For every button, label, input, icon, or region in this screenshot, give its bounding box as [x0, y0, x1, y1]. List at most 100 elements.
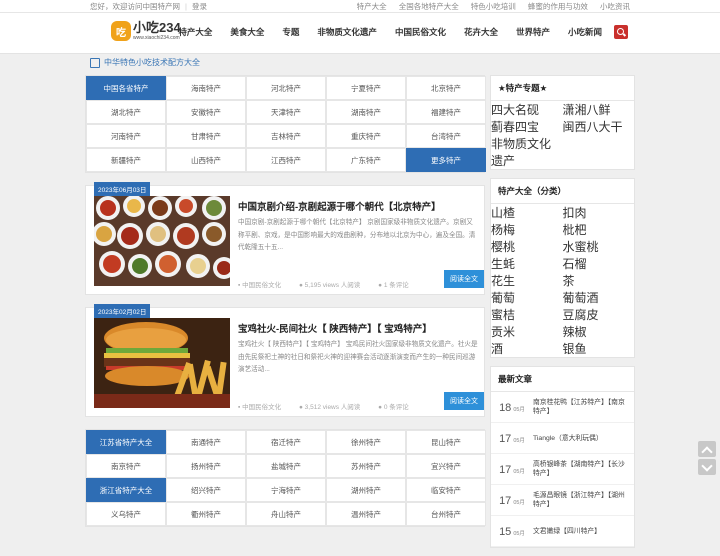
breadcrumb-link[interactable]: 中华特色小吃技术配方大全	[104, 57, 200, 68]
grid-cell[interactable]: 绍兴特产	[166, 478, 246, 502]
category-link[interactable]: 樱桃	[491, 238, 563, 255]
post-comments[interactable]: ● 1 条评论	[378, 282, 417, 289]
category-link[interactable]: 豆腐皮	[563, 306, 635, 323]
latest-title-link[interactable]: 文君嫩绿【四川特产】	[533, 527, 629, 536]
grid-cell[interactable]: 重庆特产	[326, 124, 406, 148]
category-link[interactable]: 酒	[491, 340, 563, 357]
latest-title-link[interactable]: 高桥银峰茶【湖南特产】【长沙特产】	[533, 460, 629, 478]
category-link[interactable]: 枇杷	[563, 221, 635, 238]
category-link[interactable]: 葡萄酒	[563, 289, 635, 306]
category-link[interactable]: 辣椒	[563, 323, 635, 340]
grid-cell[interactable]: 安徽特产	[166, 100, 246, 124]
top-link-2[interactable]: 全国各地特产大全	[399, 2, 459, 11]
grid-cell[interactable]: 宿迁特产	[246, 430, 326, 454]
read-more-button[interactable]: 阅读全文	[444, 270, 484, 288]
grid-cell[interactable]: 广东特产	[326, 148, 406, 172]
latest-title-link[interactable]: 毛源昌眼镜【浙江特产】【湖州特产】	[533, 491, 629, 509]
top-link-5[interactable]: 小吃资讯	[600, 2, 630, 11]
grid-cell[interactable]: 湖州特产	[326, 478, 406, 502]
grid-cell[interactable]: 台湾特产	[406, 124, 486, 148]
category-link[interactable]: 贡米	[491, 323, 563, 340]
grid-cell[interactable]: 甘肃特产	[166, 124, 246, 148]
grid-cell[interactable]: 福建特产	[406, 100, 486, 124]
read-more-button[interactable]: 阅读全文	[444, 392, 484, 410]
category-link[interactable]: 杨梅	[491, 221, 563, 238]
top-link-1[interactable]: 特产大全	[357, 2, 387, 11]
grid-cell[interactable]: 昆山特产	[406, 430, 486, 454]
nav-item-food[interactable]: 美食大全	[230, 26, 264, 38]
latest-item[interactable]: 18 05月 南京桂花鸭【江苏特产】【南京特产】	[491, 392, 634, 423]
category-link[interactable]: 石榴	[563, 255, 635, 272]
latest-item[interactable]: 17 05月 毛源昌眼镜【浙江特产】【湖州特产】	[491, 485, 634, 516]
topic-link[interactable]: 非物质文化遗产	[491, 135, 563, 169]
scroll-down-icon[interactable]	[698, 459, 716, 475]
category-link[interactable]: 扣肉	[563, 204, 635, 221]
category-link[interactable]: 生蚝	[491, 255, 563, 272]
nav-item-news[interactable]: 小吃新闻	[568, 26, 602, 38]
nav-item-specialties[interactable]: 特产大全	[178, 26, 212, 38]
grid-cell[interactable]: 新疆特产	[86, 148, 166, 172]
latest-item[interactable]: 17 05月 高桥银峰茶【湖南特产】【长沙特产】	[491, 454, 634, 485]
category-link[interactable]: 山楂	[491, 204, 563, 221]
grid-cell[interactable]: 中国各省特产	[86, 76, 166, 100]
latest-title-link[interactable]: Tiangle（意大利玩偶）	[533, 434, 629, 443]
grid-cell[interactable]: 温州特产	[326, 502, 406, 526]
category-link[interactable]: 水蜜桃	[563, 238, 635, 255]
grid-cell[interactable]: 湖北特产	[86, 100, 166, 124]
grid-cell[interactable]: 扬州特产	[166, 454, 246, 478]
top-link-3[interactable]: 特色小吃培训	[471, 2, 516, 11]
grid-cell[interactable]: 天津特产	[246, 100, 326, 124]
grid-cell[interactable]: 宁海特产	[246, 478, 326, 502]
post-title[interactable]: 宝鸡社火-民间社火【 陕西特产】【 宝鸡特产】	[238, 321, 432, 335]
post-category[interactable]: ▪ 中国民俗文化	[238, 282, 289, 289]
grid-cell[interactable]: 河南特产	[86, 124, 166, 148]
latest-item[interactable]: 15 05月 文君嫩绿【四川特产】	[491, 516, 634, 547]
grid-cell[interactable]: 盐城特产	[246, 454, 326, 478]
grid-cell[interactable]: 舟山特产	[246, 502, 326, 526]
grid-cell[interactable]: 江苏省特产大全	[86, 430, 166, 454]
nav-item-folk-culture[interactable]: 中国民俗文化	[395, 26, 446, 38]
scroll-up-icon[interactable]	[698, 441, 716, 457]
top-link-4[interactable]: 蜂蜜的作用与功效	[528, 2, 588, 11]
grid-cell[interactable]: 宁夏特产	[326, 76, 406, 100]
nav-item-heritage[interactable]: 非物质文化遗产	[317, 26, 377, 38]
grid-cell[interactable]: 南通特产	[166, 430, 246, 454]
grid-cell[interactable]: 海南特产	[166, 76, 246, 100]
category-link[interactable]: 茶	[563, 272, 635, 289]
category-link[interactable]: 蜜桔	[491, 306, 563, 323]
category-link[interactable]: 花生	[491, 272, 563, 289]
grid-cell[interactable]: 北京特产	[406, 76, 486, 100]
search-icon[interactable]	[614, 25, 628, 39]
login-link[interactable]: 登录	[192, 2, 207, 11]
post-title[interactable]: 中国京剧介绍-京剧起源于哪个朝代【北京特产】	[238, 199, 441, 213]
post-comments[interactable]: ● 0 条评论	[378, 404, 417, 411]
grid-cell[interactable]: 吉林特产	[246, 124, 326, 148]
grid-cell[interactable]: 衢州特产	[166, 502, 246, 526]
grid-cell[interactable]: 湖南特产	[326, 100, 406, 124]
grid-cell[interactable]: 临安特产	[406, 478, 486, 502]
category-link[interactable]: 葡萄	[491, 289, 563, 306]
grid-cell[interactable]: 山西特产	[166, 148, 246, 172]
grid-cell[interactable]: 义乌特产	[86, 502, 166, 526]
grid-cell[interactable]: 台州特产	[406, 502, 486, 526]
grid-cell[interactable]: 南京特产	[86, 454, 166, 478]
topic-link[interactable]: 闽西八大干	[563, 118, 635, 135]
latest-title-link[interactable]: 南京桂花鸭【江苏特产】【南京特产】	[533, 398, 629, 416]
grid-cell[interactable]: 宜兴特产	[406, 454, 486, 478]
topic-link[interactable]: 蓟春四宝	[491, 118, 563, 135]
topic-link[interactable]: 四大名砚	[491, 101, 563, 118]
grid-cell[interactable]: 河北特产	[246, 76, 326, 100]
post-category[interactable]: ▪ 中国民俗文化	[238, 404, 289, 411]
nav-item-flowers[interactable]: 花卉大全	[464, 26, 498, 38]
nav-item-world[interactable]: 世界特产	[516, 26, 550, 38]
grid-cell[interactable]: 浙江省特产大全	[86, 478, 166, 502]
latest-item[interactable]: 17 05月 Tiangle（意大利玩偶）	[491, 423, 634, 454]
post-thumbnail[interactable]	[94, 318, 230, 408]
post-thumbnail[interactable]	[94, 196, 230, 286]
nav-item-topics[interactable]: 专题	[282, 26, 299, 38]
category-link[interactable]: 银鱼	[563, 340, 635, 357]
grid-cell[interactable]: 江西特产	[246, 148, 326, 172]
topic-link[interactable]: 潇湘八鲜	[563, 101, 635, 118]
grid-cell[interactable]: 徐州特产	[326, 430, 406, 454]
grid-cell[interactable]: 苏州特产	[326, 454, 406, 478]
